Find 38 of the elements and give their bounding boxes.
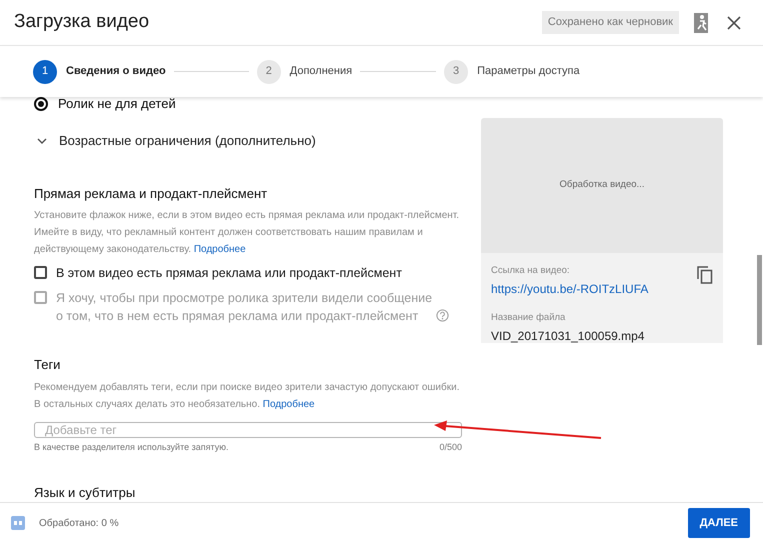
learn-more-link[interactable]: Подробнее [262, 398, 315, 410]
description-text: Рекомендуем добавлять теги, если при поиске видео зрители зачастую допускают ошибки. В остальных случаях делать это необязательно. Подробнее [34, 380, 460, 412]
step-number: 2 [256, 60, 281, 84]
step-label[interactable]: Дополнения [290, 63, 352, 80]
next-button[interactable]: ДАЛЕЕ [688, 508, 750, 538]
section-heading: Язык и субтитры [34, 484, 136, 502]
processing-status: Обработано: 0 % [39, 516, 119, 530]
step-label[interactable]: Параметры доступа [477, 63, 580, 80]
exit-button[interactable] [693, 12, 711, 34]
help-icon[interactable] [436, 309, 449, 322]
helper-text: В качестве разделителя используйте запятую. [34, 441, 228, 454]
section-heading: Прямая реклама и продакт-плейсмент [34, 184, 268, 203]
status-icon [11, 516, 25, 530]
checkbox-label: Я хочу, чтобы при просмотре ролика зрители видели сообщение о том, что в нем есть прямая реклама или продакт-плейсмент [56, 290, 434, 325]
expander[interactable]: Возрастные ограничения (дополнительно) [34, 131, 462, 150]
scrollbar-thumb[interactable] [757, 255, 762, 345]
checkbox-label: В этом видео есть прямая реклама или продакт-плейсмент [56, 265, 403, 282]
video-link[interactable]: https://youtu.be/-ROITzLIUFA [491, 280, 683, 298]
file-name: VID_20171031_100059.mp4 [491, 328, 646, 344]
field-label: Ссылка на видео: [491, 264, 571, 278]
draft-badge: Сохранено как черновик [542, 11, 679, 34]
step-number: 1 [33, 60, 57, 84]
section-heading: Теги [34, 356, 62, 374]
copy-button[interactable] [697, 266, 713, 284]
character-counter: 0/500 [439, 441, 462, 454]
processing-text: Обработка видео... [560, 178, 644, 192]
chevron-icon [37, 138, 47, 144]
tag-input-field[interactable]: Добавьте тег [34, 422, 462, 438]
step-label[interactable]: Сведения о видео [66, 63, 166, 80]
checkbox[interactable] [34, 266, 47, 279]
learn-more-link[interactable]: Подробнее [194, 244, 246, 255]
step-number: 3 [444, 60, 468, 84]
field-label: Название файла [491, 311, 566, 326]
close-button[interactable] [727, 16, 741, 30]
window-title: Загрузка видео [14, 10, 150, 34]
radio-button[interactable] [34, 97, 48, 111]
description-text: Установите флажок ниже, если в этом видео есть прямая реклама или продакт-плейсмент. Имейте в виду, что рекламный контент должен соответствовать нашим правилам и действующему законодательству. Подробнее [34, 209, 460, 257]
radio-label: Ролик не для детей [58, 97, 176, 111]
